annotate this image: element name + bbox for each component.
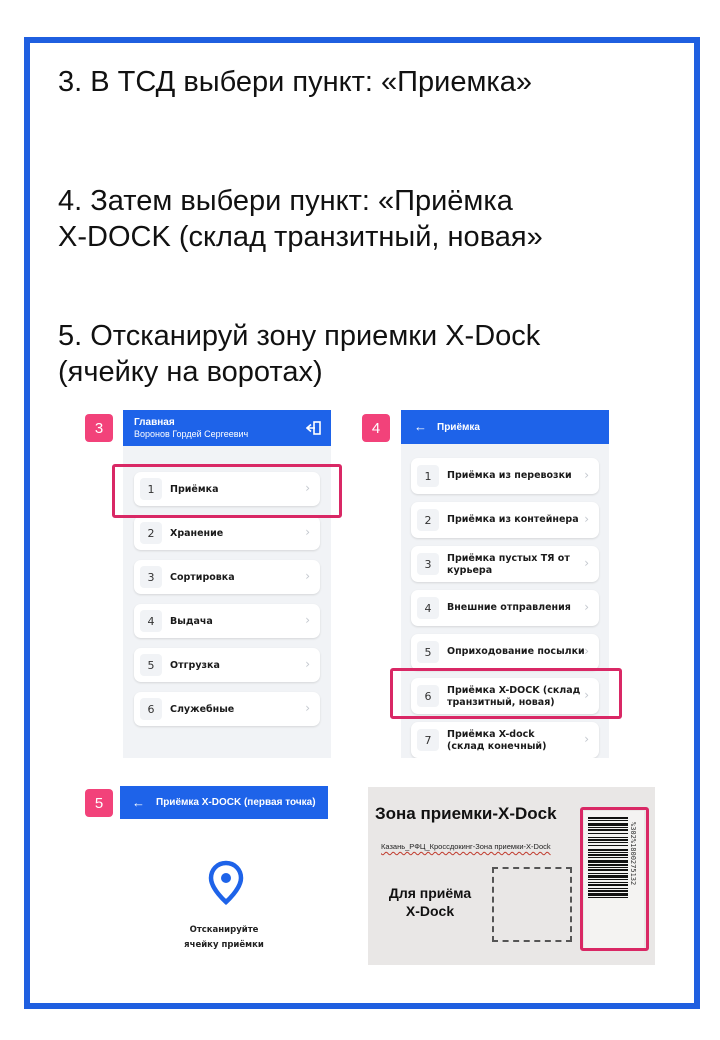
chevron-right-icon: › <box>305 613 310 627</box>
item-number: 7 <box>417 729 439 751</box>
instruction-step-3: 3. В ТСД выбери пункт: «Приемка» <box>58 64 532 100</box>
instruction-line: (ячейку на воротах) <box>58 356 323 388</box>
instruction-line: 5. Отсканируй зону приемки X-Dock <box>58 320 541 352</box>
prompt-line: Отсканируйте <box>189 925 259 935</box>
menu-item[interactable]: 5 Отгрузка › <box>134 648 320 682</box>
item-label: Приёмка из перевозки <box>447 470 572 481</box>
menu-item[interactable]: 2 Хранение › <box>134 516 320 550</box>
item-label-line: (склад конечный) <box>447 740 547 752</box>
highlight-frame <box>390 668 622 719</box>
menu-item[interactable]: 5 Оприходование посылки › <box>411 634 599 670</box>
item-number: 6 <box>140 698 162 720</box>
zone-label-sticker: Зона приемки-X-Dock Казань_РФЦ_Кроссдоки… <box>368 787 655 965</box>
scan-prompt: Отсканируйте ячейку приёмки <box>120 923 328 953</box>
item-label: Приёмка X-dock (склад конечный) <box>447 729 546 752</box>
instruction-step-5: 5. Отсканируй зону приемки X-Dock (ячейк… <box>58 318 540 390</box>
location-pin-icon <box>208 860 244 905</box>
item-label: Оприходование посылки <box>447 646 585 657</box>
chevron-right-icon: › <box>584 600 589 614</box>
instruction-line: X-DOCK (склад транзитный, новая» <box>58 221 543 253</box>
item-label: Приёмка пустых ТЯ от курьера <box>447 553 570 576</box>
screen-main-menu: Главная Воронов Гордей Сергеевич 1 Приёмк… <box>123 410 331 758</box>
item-number: 2 <box>417 509 439 531</box>
chevron-right-icon: › <box>305 657 310 671</box>
menu-item[interactable]: 2 Приёмка из контейнера › <box>411 502 599 538</box>
chevron-right-icon: › <box>305 701 310 715</box>
zone-label-title: Зона приемки-X-Dock <box>375 804 557 823</box>
item-number: 2 <box>140 522 162 544</box>
instruction-line: 4. Затем выбери пункт: «Приёмка <box>58 185 513 217</box>
page-title: Главная <box>134 417 175 428</box>
chevron-right-icon: › <box>305 525 310 539</box>
zone-label-caption: Для приёма X-Dock <box>380 884 480 920</box>
back-arrow-icon[interactable]: ← <box>132 796 145 809</box>
item-label: Приёмка из контейнера <box>447 514 579 525</box>
chevron-right-icon: › <box>584 512 589 526</box>
screen-header: ← Приёмка X-DOCK (первая точка) <box>120 786 328 819</box>
item-label-line: Приёмка X-dock <box>447 729 535 740</box>
item-label: Служебные <box>170 704 235 715</box>
user-name: Воронов Гордей Сергеевич <box>134 429 249 439</box>
menu-item[interactable]: 4 Внешние отправления › <box>411 590 599 626</box>
screen-header: Главная Воронов Гордей Сергеевич <box>123 410 331 446</box>
item-label: Отгрузка <box>170 660 220 671</box>
menu-item[interactable]: 7 Приёмка X-dock (склад конечный) › <box>411 722 599 758</box>
step-badge-3: 3 <box>85 414 113 442</box>
chevron-right-icon: › <box>305 569 310 583</box>
caption-line: Для приёма <box>388 885 472 901</box>
chevron-right-icon: › <box>584 644 589 658</box>
item-label: Хранение <box>170 528 224 539</box>
instruction-step-4: 4. Затем выбери пункт: «Приёмка X-DOCK (… <box>58 183 543 255</box>
screen-scan-cell: ← Приёмка X-DOCK (первая точка) Отсканир… <box>120 786 328 966</box>
item-number: 4 <box>417 597 439 619</box>
zone-label-subtitle: Казань_РФЦ_Кроссдокинг-Зона приемки-X-Do… <box>381 842 551 851</box>
item-number: 5 <box>417 641 439 663</box>
menu-item[interactable]: 3 Приёмка пустых ТЯ от курьера › <box>411 546 599 582</box>
chevron-right-icon: › <box>584 468 589 482</box>
instruction-line: 3. В ТСД выбери пункт: «Приемка» <box>58 66 532 98</box>
item-label: Сортировка <box>170 572 235 583</box>
item-label-line: Приёмка пустых ТЯ от <box>447 553 570 564</box>
menu-item[interactable]: 4 Выдача › <box>134 604 320 638</box>
item-label-line: курьера <box>447 564 493 576</box>
page-title: Приёмка X-DOCK (первая точка) <box>156 797 316 808</box>
menu-item[interactable]: 3 Сортировка › <box>134 560 320 594</box>
highlight-frame <box>580 807 649 951</box>
menu-item[interactable]: 6 Служебные › <box>134 692 320 726</box>
logout-icon[interactable] <box>306 420 322 436</box>
placeholder-box <box>492 867 572 942</box>
item-number: 4 <box>140 610 162 632</box>
item-number: 5 <box>140 654 162 676</box>
item-label: Внешние отправления <box>447 602 571 613</box>
caption-line: X-Dock <box>405 903 455 919</box>
item-number: 3 <box>417 553 439 575</box>
highlight-frame <box>112 464 342 518</box>
back-arrow-icon[interactable]: ← <box>414 420 427 433</box>
screen-header: ← Приёмка <box>401 410 609 444</box>
prompt-line: ячейку приёмки <box>184 940 264 950</box>
item-number: 1 <box>417 465 439 487</box>
step-badge-4: 4 <box>362 414 390 442</box>
item-label: Выдача <box>170 616 213 627</box>
chevron-right-icon: › <box>584 732 589 746</box>
page-title: Приёмка <box>437 422 480 433</box>
chevron-right-icon: › <box>584 556 589 570</box>
menu-item[interactable]: 1 Приёмка из перевозки › <box>411 458 599 494</box>
step-badge-5: 5 <box>85 789 113 817</box>
item-number: 3 <box>140 566 162 588</box>
